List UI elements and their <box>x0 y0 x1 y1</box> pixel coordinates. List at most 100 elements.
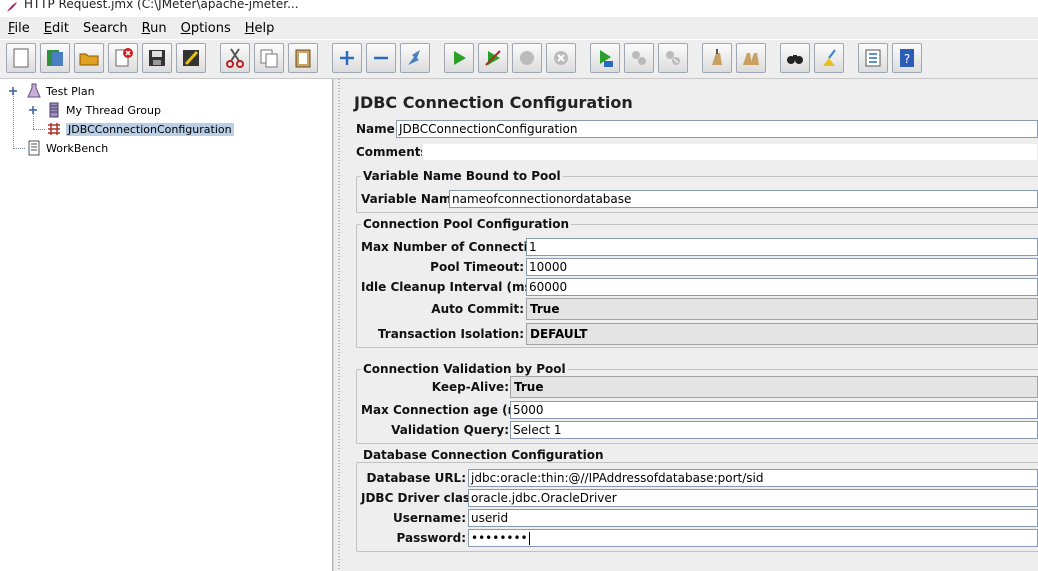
save-as-icon <box>183 50 199 66</box>
spool-icon <box>49 102 59 118</box>
idle-cleanup-label: Idle Cleanup Interval (ms): <box>361 280 542 294</box>
variable-name-field[interactable]: nameofconnectionordatabase <box>449 190 1038 208</box>
tree-node-thread-group[interactable]: My Thread Group <box>46 102 161 118</box>
comments-field[interactable] <box>422 143 1038 161</box>
menu-edit[interactable]: Edit <box>44 21 69 36</box>
tree-node-label: JDBCConnectionConfiguration <box>66 122 234 136</box>
group-title: Variable Name Bound to Pool <box>361 169 563 183</box>
tree-node-jdbc-config[interactable]: JDBCConnectionConfiguration <box>46 121 234 137</box>
validation-query-label: Validation Query: <box>391 423 509 437</box>
new-button[interactable] <box>6 43 36 73</box>
menu-bar: File Edit Search Run Options Help <box>0 17 1038 39</box>
workbench-icon <box>28 140 40 156</box>
start-no-pauses-button[interactable] <box>478 43 508 73</box>
username-field[interactable]: userid <box>468 509 1038 527</box>
keep-alive-select[interactable]: True <box>510 376 1038 398</box>
paste-icon <box>295 49 311 68</box>
shutdown-button[interactable] <box>546 43 576 73</box>
config-element-icon <box>48 123 60 135</box>
jmeter-feather-icon <box>7 2 17 12</box>
username-label: Username: <box>392 511 466 525</box>
templates-icon <box>47 50 63 66</box>
help-button[interactable]: ? <box>892 43 922 73</box>
start-no-pause-icon <box>485 50 501 66</box>
reset-search-icon <box>823 49 836 66</box>
remote-shutdown-all-button[interactable] <box>658 43 688 73</box>
tree-connector <box>13 93 14 149</box>
auto-commit-select[interactable]: True <box>526 298 1038 320</box>
start-button[interactable] <box>444 43 474 73</box>
validation-query-field[interactable]: Select 1 <box>510 421 1038 439</box>
function-helper-icon <box>865 49 881 67</box>
keep-alive-label: Keep-Alive: <box>431 380 509 394</box>
menu-file[interactable]: File <box>8 21 30 36</box>
save-button[interactable] <box>142 43 172 73</box>
password-label: Password: <box>396 531 467 545</box>
open-button[interactable] <box>74 43 104 73</box>
remote-stop-all-button[interactable] <box>624 43 654 73</box>
password-field[interactable]: •••••••• <box>468 529 1038 547</box>
stop-button[interactable] <box>512 43 542 73</box>
remote-shutdown-icon <box>666 51 680 65</box>
remote-stop-icon <box>632 51 646 65</box>
expand-all-button[interactable] <box>332 43 362 73</box>
toggle-button[interactable] <box>400 43 430 73</box>
tree-node-label: WorkBench <box>46 141 109 155</box>
splitter-grip <box>338 79 340 571</box>
collapse-toggle-icon[interactable] <box>29 106 37 114</box>
remote-start-all-button[interactable] <box>590 43 620 73</box>
tree-node-test-plan[interactable]: Test Plan <box>26 83 95 99</box>
tree-connector <box>33 112 34 129</box>
search-button[interactable] <box>780 43 810 73</box>
pool-timeout-label: Pool Timeout: <box>430 260 524 274</box>
close-button[interactable] <box>108 43 138 73</box>
templates-button[interactable] <box>40 43 70 73</box>
tree-node-workbench[interactable]: WorkBench <box>26 140 108 156</box>
toggle-icon <box>408 50 420 65</box>
password-mask: •••••••• <box>471 531 528 545</box>
database-url-field[interactable]: jdbc:oracle:thin:@//IPAddressofdatabase:… <box>468 469 1038 487</box>
clear-button[interactable] <box>702 43 732 73</box>
svg-text:?: ? <box>904 52 910 66</box>
name-field[interactable]: JDBCConnectionConfiguration <box>396 120 1038 138</box>
jdbc-config-panel: JDBC Connection Configuration Name: JDBC… <box>344 79 1038 571</box>
menu-help[interactable]: Help <box>245 21 275 36</box>
comments-label: Comments: <box>356 145 433 159</box>
help-icon: ? <box>900 49 914 67</box>
jdbc-driver-field[interactable]: oracle.jdbc.OracleDriver <box>468 489 1038 507</box>
max-connections-field[interactable]: 1 <box>526 238 1038 256</box>
transaction-isolation-select[interactable]: DEFAULT <box>526 323 1038 345</box>
collapse-all-button[interactable] <box>366 43 396 73</box>
group-title: Database Connection Configuration <box>361 448 606 462</box>
max-connection-age-field[interactable]: 5000 <box>510 401 1038 419</box>
copy-button[interactable] <box>254 43 284 73</box>
new-icon <box>13 48 29 68</box>
menu-run[interactable]: Run <box>142 21 167 36</box>
expand-icon <box>340 51 354 65</box>
paste-button[interactable] <box>288 43 318 73</box>
reset-search-button[interactable] <box>814 43 844 73</box>
name-label: Name: <box>356 122 400 136</box>
jdbc-driver-label: JDBC Driver class: <box>361 491 483 505</box>
collapse-toggle-icon[interactable] <box>9 87 17 95</box>
search-icon <box>787 55 803 64</box>
group-title: Connection Validation by Pool <box>361 362 568 376</box>
cut-button[interactable] <box>220 43 250 73</box>
stop-icon <box>520 51 534 65</box>
start-icon <box>454 51 466 65</box>
save-as-button[interactable] <box>176 43 206 73</box>
menu-options[interactable]: Options <box>181 21 231 36</box>
collapse-icon <box>374 56 388 60</box>
copy-icon <box>260 49 278 68</box>
auto-commit-label: Auto Commit: <box>431 302 524 316</box>
idle-cleanup-field[interactable]: 60000 <box>526 278 1038 296</box>
transaction-isolation-label: Transaction Isolation: <box>377 327 524 341</box>
page-title: JDBC Connection Configuration <box>354 93 633 112</box>
menu-search[interactable]: Search <box>83 21 128 36</box>
pool-timeout-field[interactable]: 10000 <box>526 258 1038 276</box>
tree-node-label: Test Plan <box>46 84 95 98</box>
title-bar: HTTP Request.jmx (C:\JMeter\apache-jmete… <box>0 0 1038 16</box>
clear-all-button[interactable] <box>736 43 766 73</box>
flask-icon <box>27 83 41 98</box>
function-helper-button[interactable] <box>858 43 888 73</box>
